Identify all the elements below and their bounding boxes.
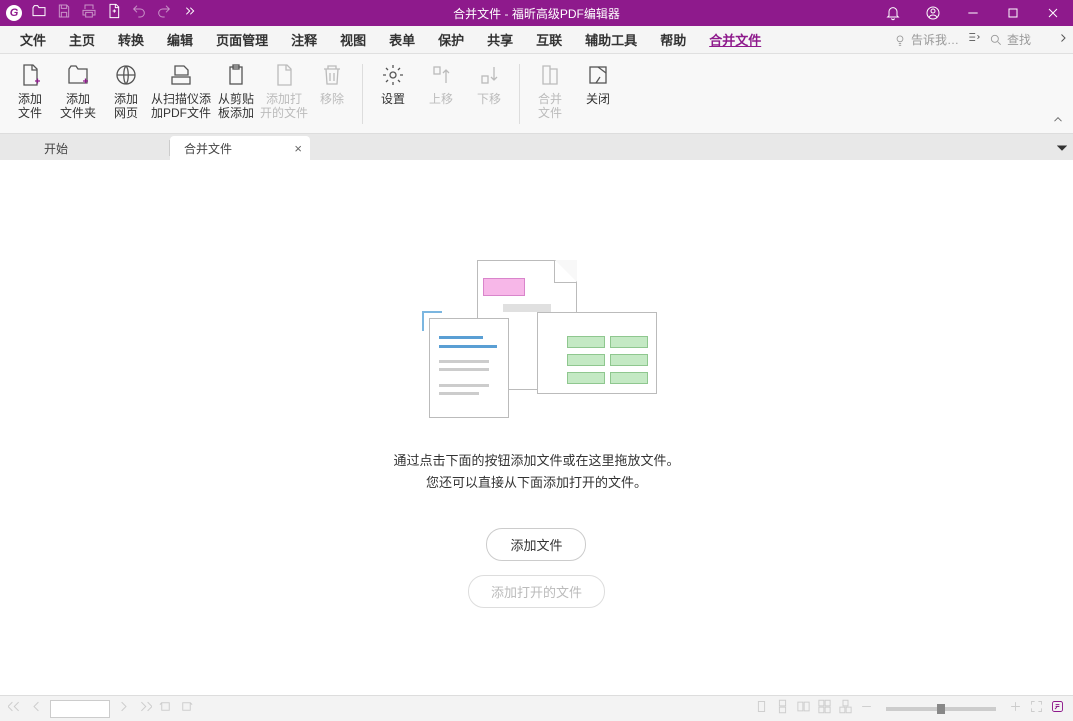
tab-combine[interactable]: 合并文件 × xyxy=(170,136,310,160)
ribbon-add-scanner-button[interactable]: 从扫描仪添 加PDF文件 xyxy=(150,58,212,120)
add-open-file-button: 添加打开的文件 xyxy=(468,575,605,608)
undo-icon[interactable] xyxy=(131,3,147,24)
maximize-button[interactable] xyxy=(993,0,1033,26)
next-page-icon[interactable] xyxy=(116,699,131,719)
clipboard-icon xyxy=(223,62,249,88)
lightbulb-icon xyxy=(893,33,907,47)
content-area[interactable]: 通过点击下面的按钮添加文件或在这里拖放文件。 您还可以直接从下面添加打开的文件。… xyxy=(0,160,1073,695)
ribbon-move-down-button: 下移 xyxy=(465,58,513,106)
open-icon[interactable] xyxy=(31,3,47,24)
reflow-icon[interactable] xyxy=(1050,699,1065,719)
add-file-button[interactable]: 添加文件 xyxy=(486,528,586,561)
menu-overflow-icon[interactable] xyxy=(967,30,981,49)
fullscreen-icon[interactable] xyxy=(1029,699,1044,719)
ribbon-move-up-button: 上移 xyxy=(417,58,465,106)
menu-file[interactable]: 文件 xyxy=(10,26,56,53)
view-facing-icon[interactable] xyxy=(796,699,811,719)
file-plus-icon xyxy=(17,62,43,88)
new-file-icon[interactable] xyxy=(106,3,122,24)
last-page-icon[interactable] xyxy=(137,699,152,719)
menu-scroll-right-icon[interactable] xyxy=(1057,31,1069,49)
menu-comment[interactable]: 注释 xyxy=(281,26,327,53)
zoom-out-icon[interactable] xyxy=(859,699,874,719)
empty-line-2: 您还可以直接从下面添加打开的文件。 xyxy=(393,472,679,494)
menu-accessibility[interactable]: 辅助工具 xyxy=(575,26,647,53)
ribbon-add-webpage-button[interactable]: 添加 网页 xyxy=(102,58,150,120)
close-panel-icon xyxy=(585,62,611,88)
rotate-ccw-icon[interactable] xyxy=(158,699,173,719)
tab-combine-label: 合并文件 xyxy=(184,140,232,157)
tellme-box[interactable]: 告诉我… xyxy=(889,29,963,50)
move-down-icon xyxy=(476,62,502,88)
page-number-input[interactable] xyxy=(50,700,110,718)
user-icon[interactable] xyxy=(913,0,953,26)
trash-icon xyxy=(319,62,345,88)
ribbon-combine-button: 合并 文件 xyxy=(526,58,574,120)
find-placeholder: 查找 xyxy=(1007,31,1049,48)
app-logo-icon: G xyxy=(6,5,22,21)
view-cover-icon[interactable] xyxy=(838,699,853,719)
close-button[interactable] xyxy=(1033,0,1073,26)
menu-share[interactable]: 共享 xyxy=(477,26,523,53)
menu-edit[interactable]: 编辑 xyxy=(157,26,203,53)
ribbon-close-button[interactable]: 关闭 xyxy=(574,58,622,106)
view-continuous-icon[interactable] xyxy=(775,699,790,719)
zoom-slider[interactable] xyxy=(886,707,996,711)
move-up-icon xyxy=(428,62,454,88)
ribbon-add-clipboard-button[interactable]: 从剪贴 板添加 xyxy=(212,58,260,120)
scanner-icon xyxy=(168,62,194,88)
empty-state-illustration xyxy=(417,260,657,430)
empty-state-text: 通过点击下面的按钮添加文件或在这里拖放文件。 您还可以直接从下面添加打开的文件。 xyxy=(393,450,679,494)
menu-help[interactable]: 帮助 xyxy=(650,26,696,53)
statusbar xyxy=(0,695,1073,721)
menu-connect[interactable]: 互联 xyxy=(526,26,572,53)
ribbon-separator xyxy=(362,64,363,124)
ribbon-collapse-icon[interactable] xyxy=(1051,113,1067,129)
menu-page[interactable]: 页面管理 xyxy=(206,26,278,53)
menu-home[interactable]: 主页 xyxy=(59,26,105,53)
qat-more-icon[interactable] xyxy=(181,3,197,24)
ribbon-add-folder-button[interactable]: 添加 文件夹 xyxy=(54,58,102,120)
search-icon xyxy=(989,33,1003,47)
tab-close-icon[interactable]: × xyxy=(294,141,302,156)
menu-combine[interactable]: 合并文件 xyxy=(699,26,771,53)
view-single-icon[interactable] xyxy=(754,699,769,719)
minimize-button[interactable] xyxy=(953,0,993,26)
menu-protect[interactable]: 保护 xyxy=(428,26,474,53)
quick-access-toolbar: G xyxy=(0,3,197,24)
prev-page-icon[interactable] xyxy=(29,699,44,719)
ribbon-remove-button: 移除 xyxy=(308,58,356,106)
menu-convert[interactable]: 转换 xyxy=(108,26,154,53)
redo-icon[interactable] xyxy=(156,3,172,24)
tellme-placeholder: 告诉我… xyxy=(911,31,959,48)
zoom-in-icon[interactable] xyxy=(1008,699,1023,719)
ribbon-settings-button[interactable]: 设置 xyxy=(369,58,417,106)
ribbon-add-file-button[interactable]: 添加 文件 xyxy=(6,58,54,120)
menu-form[interactable]: 表单 xyxy=(379,26,425,53)
file-open-icon xyxy=(271,62,297,88)
first-page-icon[interactable] xyxy=(8,699,23,719)
globe-icon xyxy=(113,62,139,88)
titlebar: G 合并文件 - 福昕高级PDF编辑器 xyxy=(0,0,1073,26)
folder-plus-icon xyxy=(65,62,91,88)
menubar: 文件 主页 转换 编辑 页面管理 注释 视图 表单 保护 共享 互联 辅助工具 … xyxy=(0,26,1073,54)
tab-start-label: 开始 xyxy=(44,140,68,157)
menu-view[interactable]: 视图 xyxy=(330,26,376,53)
view-facing-continuous-icon[interactable] xyxy=(817,699,832,719)
window-controls xyxy=(873,0,1073,26)
ribbon-separator xyxy=(519,64,520,124)
tab-dropdown-icon[interactable] xyxy=(1057,140,1067,158)
merge-icon xyxy=(537,62,563,88)
print-icon[interactable] xyxy=(81,3,97,24)
notification-icon[interactable] xyxy=(873,0,913,26)
empty-line-1: 通过点击下面的按钮添加文件或在这里拖放文件。 xyxy=(393,450,679,472)
tab-start[interactable]: 开始 xyxy=(30,136,170,160)
ribbon: 添加 文件 添加 文件夹 添加 网页 从扫描仪添 加PDF文件 从剪贴 板添加 … xyxy=(0,54,1073,134)
gear-icon xyxy=(380,62,406,88)
rotate-cw-icon[interactable] xyxy=(179,699,194,719)
save-icon[interactable] xyxy=(56,3,72,24)
find-box[interactable]: 查找 xyxy=(985,29,1053,50)
ribbon-add-open-files-button: 添加打 开的文件 xyxy=(260,58,308,120)
document-tab-bar: 开始 合并文件 × xyxy=(0,134,1073,160)
